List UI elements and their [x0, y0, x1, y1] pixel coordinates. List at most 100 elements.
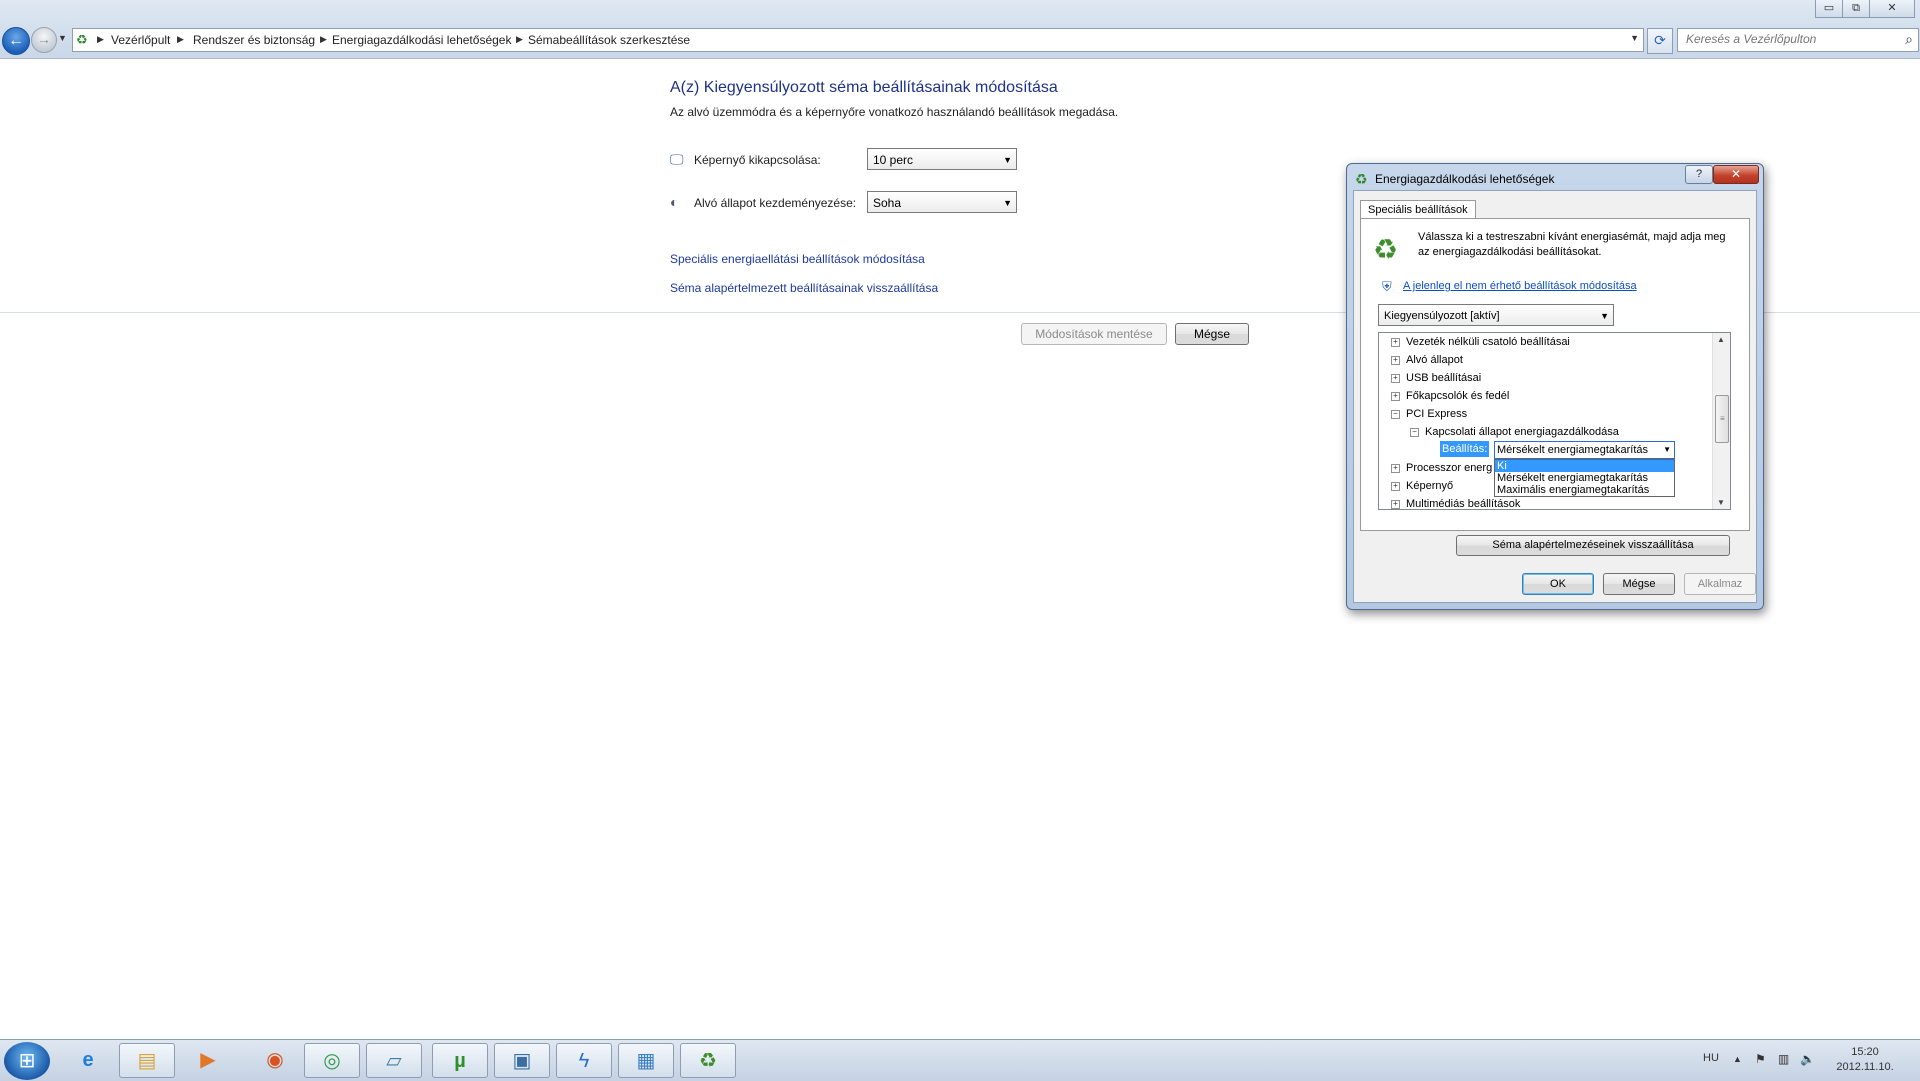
display-off-label: Képernyő kikapcsolása: — [694, 153, 821, 167]
forward-button[interactable]: → — [31, 27, 57, 53]
close-button[interactable]: ✕ — [1869, 0, 1915, 18]
clock[interactable]: 15:20 2012.11.10. — [1820, 1045, 1910, 1075]
expand-icon[interactable]: + — [1391, 374, 1400, 383]
minimize-button[interactable]: ▭ — [1815, 0, 1843, 18]
breadcrumb-edit-plan[interactable]: Sémabeállítások szerkesztése — [528, 33, 690, 47]
expand-icon[interactable]: + — [1391, 392, 1400, 401]
taskbar-item-media-player[interactable]: ▶ — [180, 1043, 236, 1078]
breadcrumb-system-security[interactable]: Rendszer és biztonság — [193, 33, 315, 47]
taskbar-item-notes[interactable]: ▱ — [366, 1043, 422, 1078]
collapse-icon[interactable]: − — [1410, 428, 1419, 437]
tree-item-processor-power[interactable]: + Processzor energ — [1391, 459, 1492, 477]
tree-item-multimedia[interactable]: + Multimédiás beállítások — [1391, 495, 1520, 509]
file-explorer-icon: ▤ — [137, 1050, 157, 1072]
taskbar-item-utorrent[interactable]: µ — [432, 1043, 488, 1078]
chevron-down-icon: ▼ — [1600, 311, 1609, 321]
show-hidden-icons-icon[interactable]: ▲ — [1733, 1054, 1742, 1064]
refresh-button[interactable]: ⟳ — [1647, 28, 1673, 54]
help-button[interactable]: ? — [1685, 165, 1713, 184]
settings-tree[interactable]: + Vezeték nélküli csatoló beállításai + Al… — [1378, 332, 1731, 510]
unavailable-settings-link[interactable]: A jelenleg el nem érhető beállítások mód… — [1403, 280, 1637, 292]
taskbar-item-flash[interactable]: ϟ — [556, 1043, 612, 1078]
tree-item-link-state-power[interactable]: − Kapcsolati állapot energiagazdálkodása — [1410, 423, 1619, 441]
option-moderate[interactable]: Mérsékelt energiamegtakarítás — [1495, 472, 1674, 484]
breadcrumb-separator-icon[interactable]: ▶ — [320, 34, 327, 45]
expand-icon[interactable]: + — [1391, 500, 1400, 509]
tree-item-power-buttons-lid[interactable]: + Főkapcsolók és fedél — [1391, 387, 1509, 405]
action-center-flag-icon[interactable]: ⚑ — [1755, 1052, 1766, 1066]
tree-scrollbar[interactable]: ▲ ≡ ▼ — [1712, 333, 1730, 509]
power-plan-select[interactable]: Kiegyensúlyozott [aktív] ▼ — [1378, 304, 1614, 326]
firefox-icon: ◉ — [266, 1049, 284, 1071]
chevron-down-icon[interactable]: ▼ — [1630, 33, 1639, 43]
scroll-thumb[interactable]: ≡ — [1715, 395, 1729, 443]
tree-item-display[interactable]: + Képernyő — [1391, 477, 1453, 495]
expand-icon[interactable]: + — [1391, 464, 1400, 473]
collapse-icon[interactable]: − — [1391, 410, 1400, 419]
search-icon[interactable]: ⌕ — [1905, 31, 1913, 48]
expand-icon[interactable]: + — [1391, 356, 1400, 365]
expand-icon[interactable]: + — [1391, 482, 1400, 491]
tree-item-pci-express[interactable]: − PCI Express — [1391, 405, 1467, 423]
restore-defaults-link[interactable]: Séma alapértelmezett beállításainak viss… — [670, 281, 938, 295]
tab-advanced-settings[interactable]: Speciális beállítások — [1360, 200, 1476, 220]
save-changes-button[interactable]: Módosítások mentése — [1021, 323, 1167, 345]
breadcrumb-separator-icon[interactable]: ▶ — [177, 34, 184, 45]
sleep-select[interactable]: Soha ▼ — [867, 191, 1017, 213]
tree-item-usb[interactable]: + USB beállításai — [1391, 369, 1481, 387]
advanced-settings-link[interactable]: Speciális energiaellátási beállítások mó… — [670, 252, 925, 266]
dialog-cancel-button[interactable]: Mégse — [1603, 573, 1675, 595]
expand-icon[interactable]: + — [1391, 338, 1400, 347]
taskbar-item-control-panel[interactable]: ▦ — [618, 1043, 674, 1078]
control-panel-icon: ▦ — [636, 1050, 656, 1072]
scroll-down-icon[interactable]: ▼ — [1717, 498, 1725, 507]
taskbar-item-firefox[interactable]: ◉ — [247, 1043, 303, 1078]
restore-plan-defaults-button[interactable]: Séma alapértelmezéseinek visszaállítása — [1456, 535, 1730, 556]
scroll-up-icon[interactable]: ▲ — [1717, 335, 1725, 344]
tree-item-label: Vezeték nélküli csatoló beállításai — [1406, 336, 1570, 348]
power-options-dialog: ♻ Energiagazdálkodási lehetőségek ? ✕ Sp… — [1346, 163, 1764, 610]
recent-pages-button[interactable]: ▼ — [58, 33, 67, 43]
breadcrumb-separator-icon[interactable]: ▶ — [516, 34, 523, 45]
language-indicator[interactable]: HU — [1703, 1052, 1719, 1064]
search-box[interactable]: ⌕ — [1677, 28, 1919, 52]
breadcrumb-control-panel[interactable]: Vezérlőpult — [111, 33, 170, 47]
power-options-icon: ♻ — [76, 32, 88, 47]
taskbar-item-power-options[interactable]: ♻ — [680, 1043, 736, 1078]
dialog-close-button[interactable]: ✕ — [1713, 165, 1759, 184]
tree-item-wireless-adapter[interactable]: + Vezeték nélküli csatoló beállításai — [1391, 333, 1570, 351]
taskbar-item-ie[interactable]: e — [60, 1043, 116, 1078]
taskbar-item-image-viewer[interactable]: ▣ — [494, 1043, 550, 1078]
cancel-button[interactable]: Mégse — [1175, 323, 1249, 345]
apply-button[interactable]: Alkalmaz — [1684, 573, 1756, 595]
notes-icon: ▱ — [386, 1050, 402, 1072]
dialog-body: Speciális beállítások ♻ Válassza ki a te… — [1353, 190, 1757, 603]
help-icon: ? — [1695, 168, 1703, 180]
taskbar-item-explorer[interactable]: ▤ — [119, 1043, 175, 1078]
breadcrumb-separator-icon[interactable]: ▶ — [97, 34, 104, 45]
back-button[interactable]: ← — [2, 27, 30, 55]
maximize-button[interactable]: ⧉ — [1842, 0, 1870, 18]
volume-icon[interactable]: 🔈 — [1800, 1052, 1815, 1066]
setting-options-list[interactable]: Ki Mérsékelt energiamegtakarítás Maximál… — [1494, 459, 1675, 497]
ok-button[interactable]: OK — [1522, 573, 1594, 595]
tree-item-label: Processzor energ — [1406, 462, 1493, 474]
tree-item-sleep[interactable]: + Alvó állapot — [1391, 351, 1463, 369]
power-plan-value: Kiegyensúlyozott [aktív] — [1384, 310, 1500, 322]
chevron-down-icon: ▼ — [1663, 445, 1671, 454]
start-button[interactable]: ⊞ — [4, 1042, 50, 1080]
clock-time: 15:20 — [1851, 1046, 1879, 1058]
sleep-value: Soha — [873, 196, 902, 210]
moon-icon: ◐ — [670, 194, 679, 210]
setting-value-select[interactable]: Mérsékelt energiamegtakarítás ▼ — [1494, 441, 1675, 459]
chevron-down-icon: ▼ — [1003, 155, 1012, 165]
option-maximum[interactable]: Maximális energiamegtakarítás — [1495, 484, 1674, 496]
option-off[interactable]: Ki — [1495, 460, 1674, 472]
search-input[interactable] — [1678, 29, 1891, 49]
breadcrumb-power-options[interactable]: Energiagazdálkodási lehetőségek — [332, 33, 511, 47]
media-player-icon: ▶ — [200, 1049, 216, 1071]
address-bar[interactable]: ♻ ▶ Vezérlőpult ▶ Rendszer és biztonság … — [72, 28, 1644, 52]
network-icon[interactable]: ▥ — [1778, 1052, 1789, 1066]
taskbar-item-chrome[interactable]: ◎ — [304, 1043, 360, 1078]
display-off-select[interactable]: 10 perc ▼ — [867, 148, 1017, 170]
